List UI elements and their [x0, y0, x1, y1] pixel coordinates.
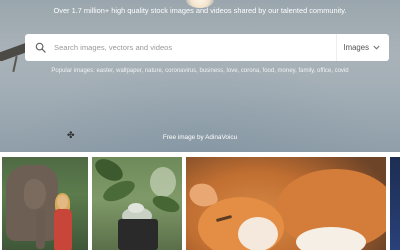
background-blur — [150, 167, 176, 197]
cat-muzzle-shape — [238, 217, 278, 250]
search-icon[interactable] — [32, 40, 48, 56]
image-gallery — [0, 157, 400, 250]
chevron-down-icon — [373, 45, 380, 50]
pot-shape — [118, 219, 158, 250]
elephant-ear-shape — [24, 179, 46, 209]
gallery-image-partial[interactable] — [390, 157, 400, 250]
elephant-trunk-shape — [36, 209, 45, 249]
leaf-shape — [150, 192, 182, 216]
gallery-image-succulent[interactable] — [92, 157, 182, 250]
gallery-image-elephant[interactable] — [2, 157, 88, 250]
girl-dress-shape — [54, 209, 72, 250]
hero-tagline: Over 1.7 million+ high quality stock ima… — [53, 6, 347, 15]
hero-banner: ✤ Over 1.7 million+ high quality stock i… — [0, 0, 400, 152]
succulent-top-shape — [128, 203, 144, 213]
girl-head-shape — [57, 195, 68, 209]
media-type-label: Images — [343, 43, 369, 52]
leaf-shape — [100, 176, 138, 206]
popular-searches[interactable]: Popular images: easter, wallpaper, natur… — [0, 68, 400, 74]
search-input[interactable] — [48, 34, 337, 61]
hero-background — [0, 0, 400, 152]
media-type-select[interactable]: Images — [336, 34, 389, 61]
cat-chest-shape — [296, 227, 366, 250]
search-bar: Images — [25, 34, 389, 61]
gallery-image-cat[interactable] — [186, 157, 386, 250]
image-credit[interactable]: Free image by AdinaVoicu — [0, 134, 400, 141]
